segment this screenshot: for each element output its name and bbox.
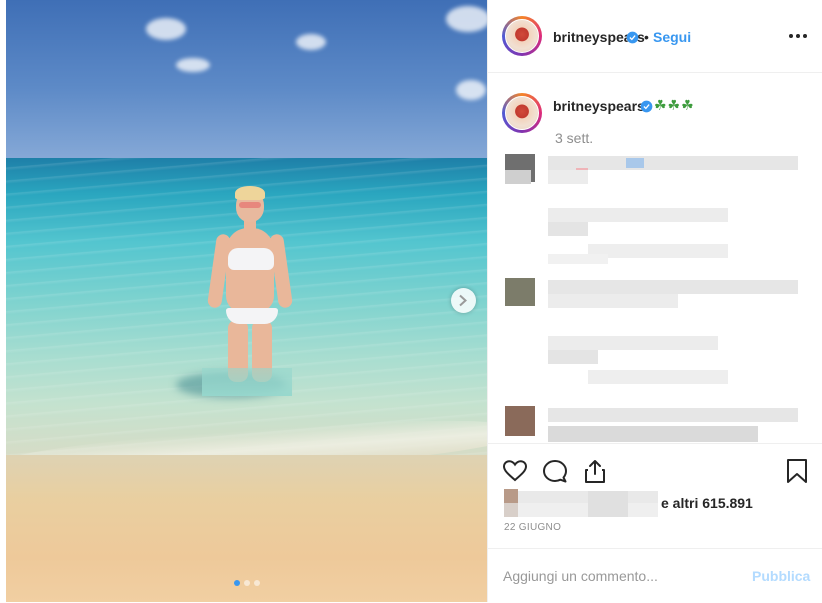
blurred-block xyxy=(548,170,588,184)
more-options-icon[interactable] xyxy=(788,28,808,44)
add-comment-section: Pubblica xyxy=(488,548,822,603)
post-photo[interactable] xyxy=(6,0,487,602)
likes-count[interactable]: e altri 615.891 xyxy=(661,495,753,511)
cloud xyxy=(456,80,486,100)
caption-avatar[interactable] xyxy=(502,93,542,133)
heart-icon[interactable] xyxy=(502,458,528,484)
carousel-dot xyxy=(254,580,260,586)
verified-badge-icon xyxy=(626,31,639,44)
caption-text: ☘☘☘ xyxy=(654,97,695,113)
comment-icon[interactable] xyxy=(542,458,568,484)
next-photo-button[interactable] xyxy=(451,288,476,313)
add-comment-input[interactable] xyxy=(503,565,743,587)
blurred-block xyxy=(588,244,728,258)
publish-button[interactable]: Pubblica xyxy=(752,568,810,584)
figure-bikini-top xyxy=(228,248,274,270)
figure-sunglasses xyxy=(239,202,261,208)
share-icon[interactable] xyxy=(582,458,608,484)
avatar-image xyxy=(505,19,539,53)
blurred-block xyxy=(548,426,758,442)
blurred-block xyxy=(504,503,518,517)
post-date[interactable]: 22 GIUGNO xyxy=(504,522,561,533)
figure-water-overlay xyxy=(202,368,292,396)
figure-hair xyxy=(235,186,265,200)
blurred-block xyxy=(548,350,598,364)
blurred-block xyxy=(548,208,728,222)
blurred-block xyxy=(548,280,798,294)
photo-sky xyxy=(6,0,487,160)
bookmark-icon[interactable] xyxy=(784,458,810,484)
blurred-block xyxy=(588,491,628,517)
cloud xyxy=(176,58,210,72)
blurred-block xyxy=(548,294,678,308)
caption-time-ago: 3 sett. xyxy=(555,130,594,146)
profile-avatar[interactable] xyxy=(502,16,542,56)
blurred-block xyxy=(548,336,718,350)
carousel-dots xyxy=(234,580,260,586)
blurred-block xyxy=(548,222,588,236)
figure-bikini-bottom xyxy=(226,308,278,324)
cloud xyxy=(296,34,326,50)
verified-badge-icon xyxy=(640,100,653,113)
post-side-panel: britneyspears • Segui britneyspears ☘☘☘ … xyxy=(487,0,822,602)
blurred-block xyxy=(548,408,798,422)
figure-torso xyxy=(226,228,274,312)
blurred-block xyxy=(548,254,608,264)
instagram-post-modal: britneyspears • Segui britneyspears ☘☘☘ … xyxy=(0,0,822,602)
caption-username-link[interactable]: britneyspears xyxy=(553,98,645,114)
follow-separator: • xyxy=(644,29,649,45)
comment-avatar-blurred xyxy=(505,406,535,436)
blurred-block xyxy=(505,170,531,184)
follow-button[interactable]: Segui xyxy=(653,29,691,45)
comments-list[interactable] xyxy=(488,150,822,442)
post-header: britneyspears • Segui xyxy=(488,0,822,73)
cloud xyxy=(446,6,487,32)
woman-figure xyxy=(202,186,294,396)
blurred-block xyxy=(626,158,644,168)
comment-avatar-blurred xyxy=(505,278,535,306)
likes-summary[interactable]: e altri 615.891 xyxy=(504,489,804,519)
blurred-block xyxy=(588,370,728,384)
cloud xyxy=(146,18,186,40)
avatar-image xyxy=(505,96,539,130)
carousel-dot xyxy=(244,580,250,586)
liker-avatar-blurred xyxy=(504,489,518,503)
chevron-right-icon xyxy=(459,294,467,307)
carousel-dot-active xyxy=(234,580,240,586)
